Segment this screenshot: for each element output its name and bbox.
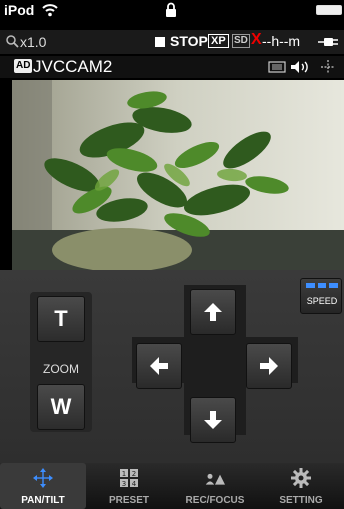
speed-level-indicator (306, 283, 339, 288)
record-state: STOP (170, 33, 208, 49)
ad-badge: AD (14, 59, 33, 73)
tab-label: REC/FOCUS (185, 495, 245, 506)
zoom-readout: x1.0 (20, 34, 47, 50)
stop-icon (155, 37, 165, 47)
svg-text:3: 3 (122, 480, 126, 488)
pan-left-button[interactable] (136, 343, 182, 389)
battery-icon (316, 5, 342, 15)
arrow-right-icon (260, 357, 278, 375)
pan-right-button[interactable] (246, 343, 292, 389)
device-name: iPod (4, 2, 35, 18)
tab-setting[interactable]: SETTING (258, 463, 344, 509)
wifi-icon (42, 4, 58, 17)
crosshair-icon (321, 60, 335, 74)
pan-tilt-control-panel: T ZOOM W SPEED (0, 270, 344, 463)
tilt-up-button[interactable] (190, 289, 236, 335)
tab-preset[interactable]: 1 2 3 4 PRESET (86, 463, 172, 509)
mode-badge: XP (208, 34, 229, 48)
speed-bar (306, 283, 315, 288)
power-plug-icon (318, 38, 338, 46)
preset-grid-icon: 1 2 3 4 (120, 469, 138, 488)
pan-tilt-icon (33, 468, 53, 488)
zoom-tele-button[interactable]: T (37, 296, 85, 342)
zoom-control-group: T ZOOM W (30, 292, 92, 432)
media-badge: SD (232, 34, 250, 48)
gear-icon (291, 468, 311, 488)
film-icon (268, 61, 286, 73)
tilt-down-button[interactable] (190, 397, 236, 443)
tab-label: PRESET (108, 495, 149, 506)
arrow-up-icon (204, 303, 222, 321)
media-error-mark: X (251, 31, 262, 48)
speed-button[interactable]: SPEED (300, 278, 342, 314)
svg-text:1: 1 (122, 470, 126, 478)
plant-image (12, 80, 344, 270)
pan-tilt-dpad (132, 285, 298, 443)
speed-label: SPEED (306, 296, 338, 306)
arrow-left-icon (150, 357, 168, 375)
magnifier-icon (6, 35, 19, 48)
zoom-label: ZOOM (43, 362, 79, 376)
bottom-tab-bar: PAN/TILT 1 2 3 4 PRESET REC/FOCUS SETTIN… (0, 463, 344, 509)
record-time-remaining: --h--m (262, 33, 301, 49)
speed-bar (317, 283, 327, 288)
live-camera-view[interactable] (12, 80, 344, 270)
status-bar: iPod (0, 0, 344, 20)
lock-icon (166, 2, 176, 17)
svg-text:4: 4 (132, 480, 137, 488)
camera-info-bar: x1.0 STOP XP SD X --h--m (0, 30, 344, 54)
camera-name-bar: AD JVCCAM2 (0, 56, 344, 78)
camera-name: JVCCAM2 (33, 57, 113, 76)
svg-text:2: 2 (132, 470, 136, 478)
tab-label: SETTING (279, 495, 323, 506)
speed-bar (329, 283, 339, 288)
speaker-icon (291, 61, 308, 73)
tab-label: PAN/TILT (21, 495, 65, 506)
zoom-wide-button[interactable]: W (37, 384, 85, 430)
tab-rec-focus[interactable]: REC/FOCUS (172, 463, 258, 509)
tab-pan-tilt[interactable]: PAN/TILT (0, 463, 86, 509)
rec-focus-icon (205, 473, 225, 485)
arrow-down-icon (204, 411, 222, 429)
